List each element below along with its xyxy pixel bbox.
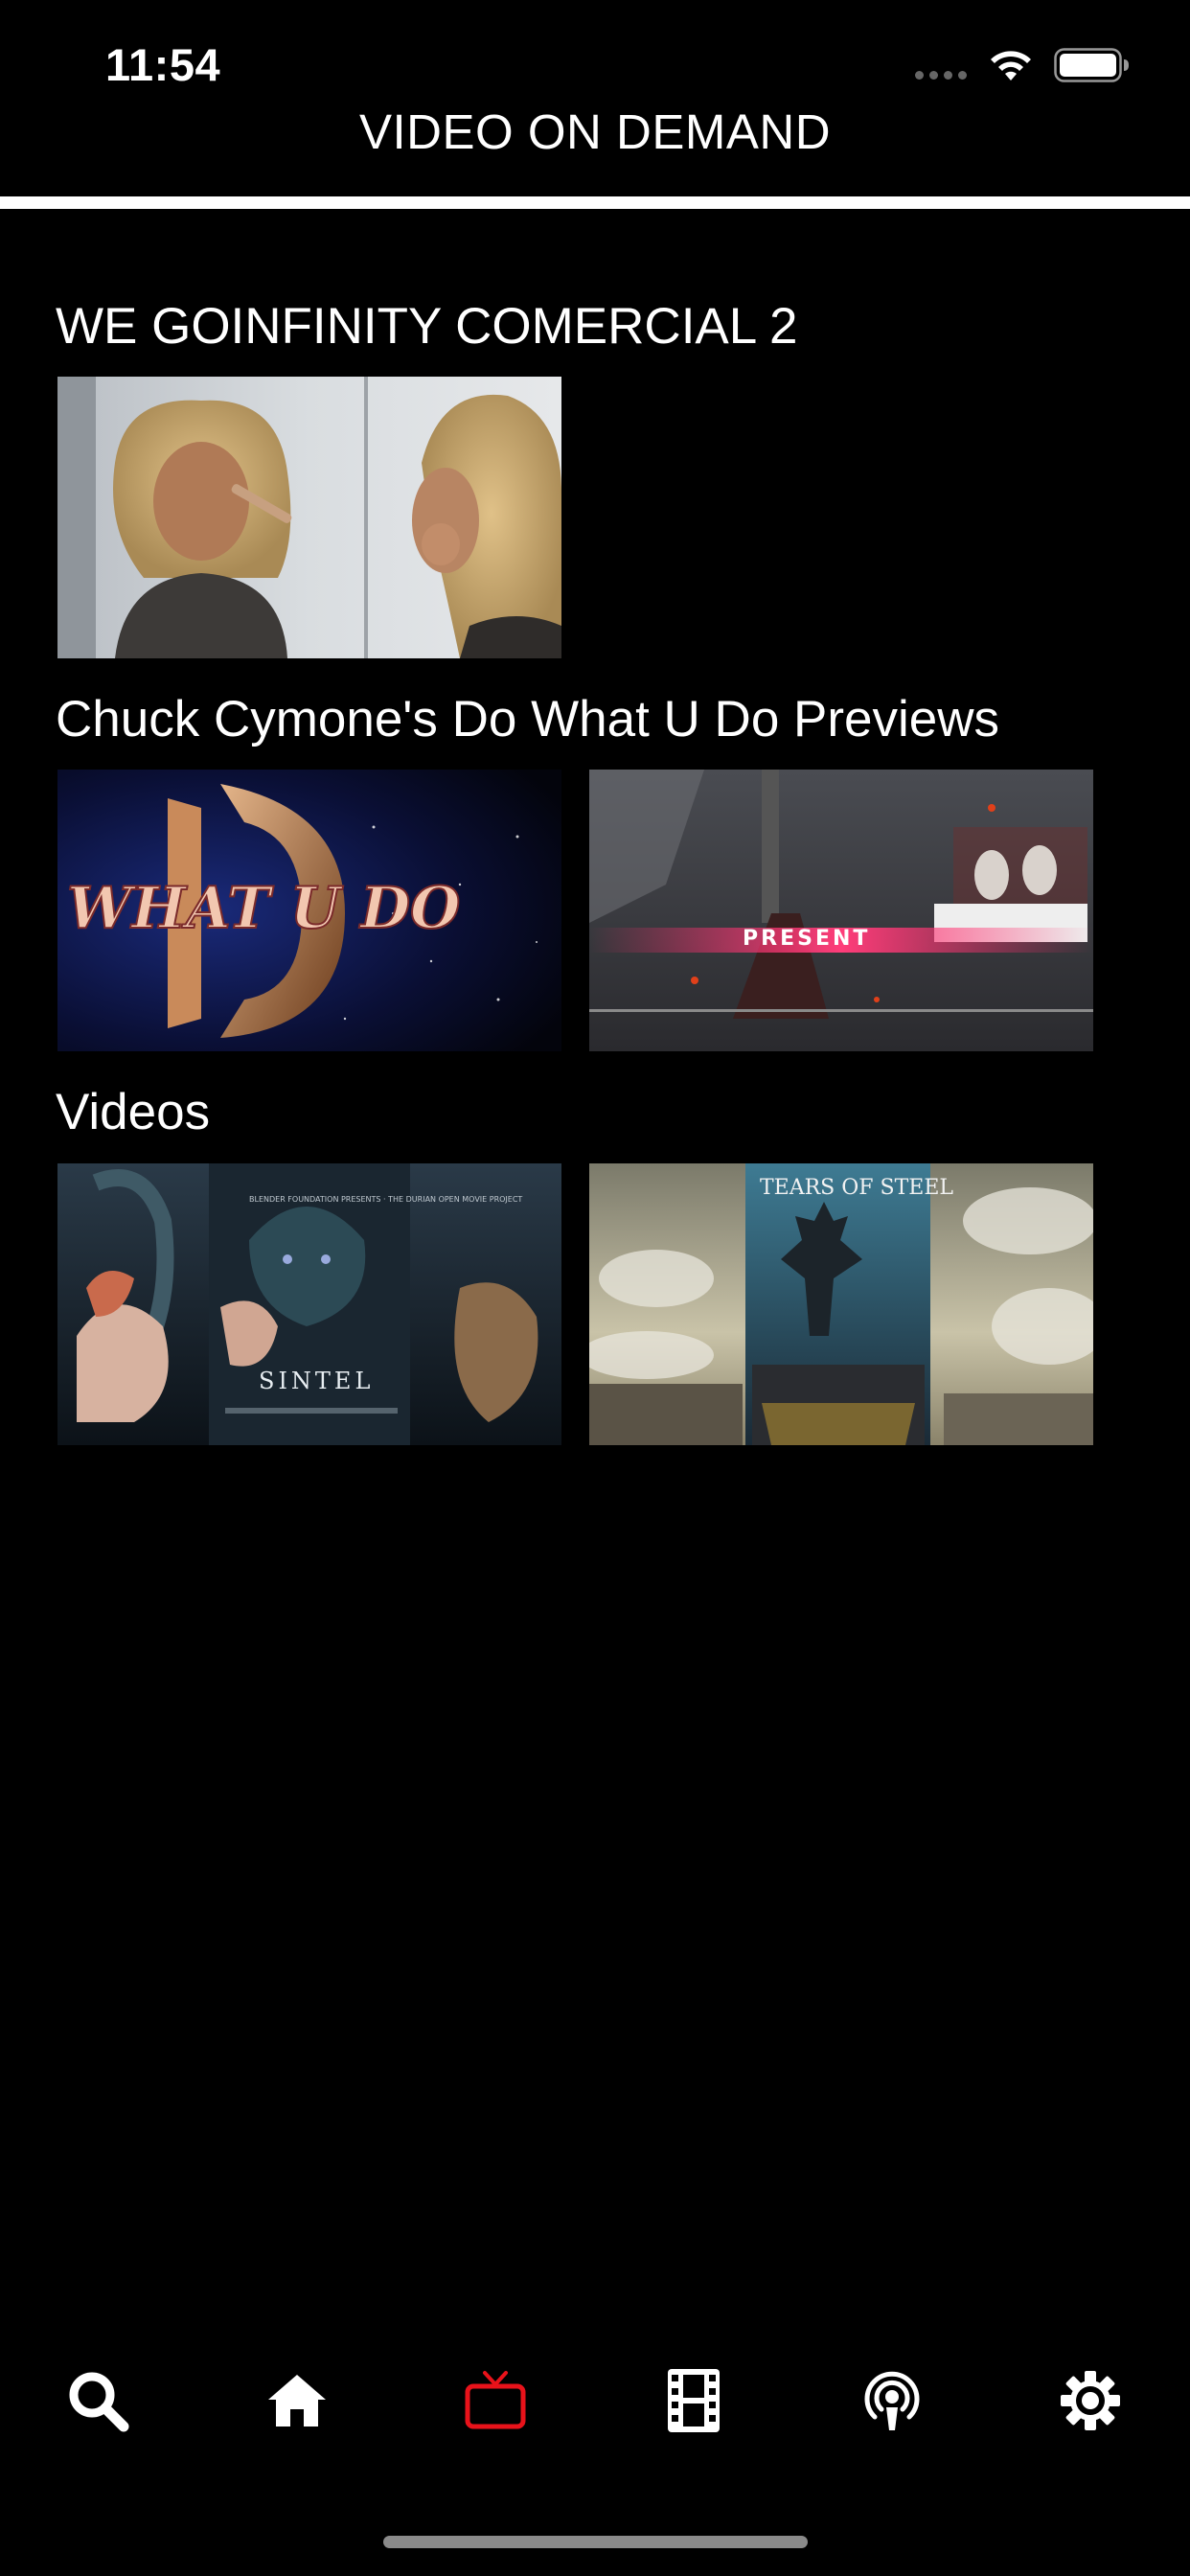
wifi-icon (991, 51, 1031, 80)
battery-icon (1054, 48, 1129, 82)
status-bar: 11:54 (0, 0, 1190, 115)
tab-movies[interactable] (636, 2338, 751, 2472)
home-indicator (383, 2536, 808, 2548)
page-title: VIDEO ON DEMAND (358, 104, 832, 159)
status-time: 11:54 (105, 39, 221, 90)
video-thumbnail-what-u-do[interactable]: WHAT U DO (57, 770, 561, 1051)
section-title-videos: Videos (56, 1084, 211, 1140)
tab-live-tv[interactable] (438, 2338, 553, 2472)
tab-home[interactable] (240, 2338, 355, 2472)
tab-bar (0, 2338, 1190, 2472)
tab-settings[interactable] (1033, 2338, 1148, 2472)
tab-search[interactable] (40, 2338, 155, 2472)
tab-podcasts[interactable] (835, 2338, 950, 2472)
svg-text:PRESENT: PRESENT (743, 927, 870, 951)
section-title-we-goinfinity: WE GOINFINITY COMERCIAL 2 (56, 298, 798, 355)
film-icon (668, 2369, 720, 2432)
svg-text:WHAT U DO: WHAT U DO (67, 875, 460, 942)
video-thumbnail-sintel[interactable]: BLENDER FOUNDATION PRESENTS · THE DURIAN… (57, 1163, 561, 1445)
video-thumbnail-makeup[interactable] (57, 377, 561, 658)
gear-icon (1061, 2371, 1120, 2430)
svg-text:BLENDER FOUNDATION PRESENTS ·: BLENDER FOUNDATION PRESENTS · THE DURIAN… (249, 1195, 522, 1204)
video-thumbnail-tears-of-steel[interactable]: TEARS OF STEEL (589, 1163, 1093, 1445)
cellular-signal-icon (915, 71, 967, 80)
video-thumbnail-present[interactable]: PRESENT (589, 770, 1093, 1051)
podcast-icon (864, 2371, 920, 2430)
svg-text:SINTEL: SINTEL (259, 1368, 374, 1394)
header-divider (0, 196, 1190, 209)
tv-icon (465, 2371, 526, 2429)
section-title-chuck-cymone: Chuck Cymone's Do What U Do Previews (56, 691, 1000, 748)
search-icon (69, 2372, 129, 2432)
svg-text:TEARS OF STEEL: TEARS OF STEEL (760, 1176, 953, 1200)
home-icon (268, 2375, 326, 2426)
